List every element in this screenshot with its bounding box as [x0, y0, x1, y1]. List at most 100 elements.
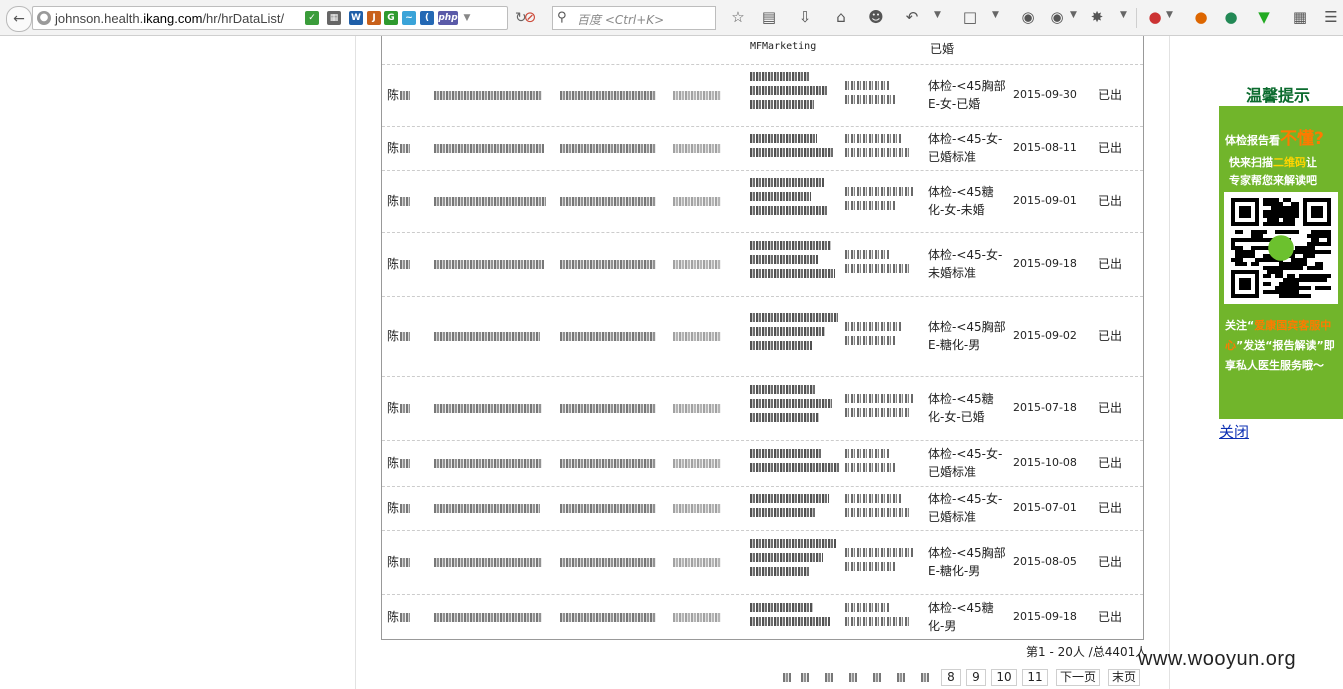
company-cell — [673, 499, 721, 517]
date-cell: 2015-07-18 — [1013, 401, 1077, 414]
status-cell: 已出 — [1098, 401, 1123, 415]
search-bar[interactable]: ⚲ 百度 <Ctrl+K> — [552, 6, 716, 30]
date-cell: 2015-08-11 — [1013, 141, 1077, 154]
dept-cell — [750, 130, 842, 162]
id-cell — [434, 608, 542, 626]
package-cell — [845, 490, 925, 522]
page-link-blurred[interactable] — [797, 669, 813, 686]
download-icon[interactable]: ⇩ — [796, 8, 814, 26]
phone-cell — [560, 608, 656, 626]
qr-code-icon — [1231, 198, 1331, 298]
type-cell: 已婚 — [930, 42, 955, 56]
url-bar[interactable]: ● johnson.health.ikang.com/hr/hrDataList… — [32, 6, 527, 30]
next-page-button[interactable]: 下一页 — [1056, 669, 1100, 686]
page-link-blurred[interactable] — [869, 669, 885, 686]
status-cell: 已出 — [1098, 456, 1123, 470]
last-page-button[interactable]: 末页 — [1108, 669, 1140, 686]
package-cell — [845, 445, 925, 477]
page-link-blurred[interactable] — [893, 669, 909, 686]
globe-tool-icon[interactable]: ◉ — [1048, 8, 1066, 26]
id-cell — [434, 139, 544, 157]
type-cell: 体检-<45胸部E-糖化-男 — [928, 320, 1006, 352]
undo-icon[interactable]: ↶ — [903, 8, 921, 26]
chevron-down-icon[interactable]: ▼ — [934, 10, 941, 20]
chevron-down-icon[interactable]: ▼ — [460, 11, 474, 25]
shield-icon[interactable]: ✓ — [305, 11, 319, 25]
name-cell: 陈 — [387, 139, 411, 157]
date-cell: 2015-09-18 — [1013, 257, 1077, 270]
page-link-9[interactable]: 9 — [966, 669, 986, 686]
table-row: 陈 体检-<45-女-已婚标准 2015-10-08 已出 — [382, 440, 1143, 487]
page-link-11[interactable]: 11 — [1022, 669, 1048, 686]
g-extension-icon[interactable]: G — [384, 11, 398, 25]
data-table: MFMarketing 已婚 陈 体检-<45胸部E-女-已婚 2015-09-30… — [381, 36, 1144, 640]
company-cell — [673, 327, 721, 345]
chat-icon[interactable]: ☻ — [867, 8, 885, 26]
back-button[interactable]: ← — [6, 6, 32, 32]
grid-icon[interactable]: ▦ — [1291, 8, 1309, 26]
java-icon[interactable]: J — [367, 11, 381, 25]
dept-cell — [750, 445, 842, 477]
type-cell: 体检-<45糖化-女-已婚 — [928, 392, 994, 424]
promo-panel: 体检报告看不懂? 快来扫描二维码让 专家帮您来解读吧 关注“爱康国宾客服中心”发… — [1219, 106, 1343, 419]
dept-cell — [750, 490, 842, 522]
wave-icon[interactable]: ( — [420, 11, 434, 25]
table-row: 陈 体检-<45-女-已婚标准 2015-08-11 已出 — [382, 126, 1143, 171]
addon-green-icon[interactable]: ● — [1222, 8, 1240, 26]
package-cell — [845, 544, 925, 576]
dept-cell — [750, 535, 842, 581]
shield-extension-icon[interactable]: ▼ — [1255, 8, 1273, 26]
status-cell: 已出 — [1098, 555, 1123, 569]
id-cell — [434, 327, 540, 345]
speech-bubble-icon[interactable]: ◉ — [1019, 8, 1037, 26]
company-cell — [673, 139, 721, 157]
plugin-icon[interactable]: ✸ — [1088, 8, 1106, 26]
page-link-blurred[interactable] — [821, 669, 837, 686]
php-icon[interactable]: php — [438, 11, 458, 25]
page-link-10[interactable]: 10 — [991, 669, 1017, 686]
page-link-8[interactable]: 8 — [941, 669, 961, 686]
id-cell — [434, 86, 542, 104]
type-cell: 体检-<45-女-已婚标准 — [928, 132, 1003, 164]
watermark: www.wooyun.org — [1138, 648, 1297, 670]
type-cell: 体检-<45-女-已婚标准 — [928, 447, 1003, 479]
reading-list-icon[interactable]: ▤ — [760, 8, 778, 26]
cloud-icon[interactable]: ~ — [402, 11, 416, 25]
status-cell: 已出 — [1098, 501, 1123, 515]
page-link-blurred[interactable] — [845, 669, 861, 686]
name-cell: 陈 — [387, 86, 411, 104]
date-cell: 2015-09-02 — [1013, 329, 1077, 342]
page-link-blurred[interactable] — [917, 669, 933, 686]
close-link[interactable]: 关闭 — [1219, 421, 1249, 442]
home-icon[interactable]: ⌂ — [832, 8, 850, 26]
promo-line4: 关注“爱康国宾客服中心”发送“报告解读”即享私人医生服务哦～ — [1225, 319, 1335, 372]
package-cell — [845, 599, 925, 631]
menu-icon[interactable]: ☰ — [1322, 8, 1340, 26]
id-cell — [434, 255, 544, 273]
page-link-blurred[interactable] — [779, 669, 795, 686]
company-cell — [673, 608, 721, 626]
star-icon[interactable]: ☆ — [729, 8, 747, 26]
id-cell — [434, 499, 540, 517]
chevron-down-icon[interactable]: ▼ — [1166, 10, 1173, 20]
block-icon[interactable]: ⊘ — [521, 8, 539, 26]
name-cell: 陈 — [387, 255, 411, 273]
chevron-down-icon[interactable]: ▼ — [992, 10, 999, 20]
phone-cell — [560, 255, 656, 273]
promo-title: 温馨提示 — [1246, 86, 1311, 105]
crop-icon[interactable]: □ — [961, 8, 979, 26]
chevron-down-icon[interactable]: ▼ — [1070, 10, 1077, 20]
w-extension-icon[interactable]: W — [349, 11, 363, 25]
date-cell: 2015-10-08 — [1013, 456, 1077, 469]
phone-cell — [560, 86, 656, 104]
phone-cell — [560, 454, 656, 472]
addon-red-icon[interactable]: ● — [1146, 8, 1164, 26]
qr-code-icon[interactable]: ▦ — [327, 11, 341, 25]
promo-line2: 快来扫描二维码让 专家帮您来解读吧 — [1229, 156, 1317, 187]
name-cell: 陈 — [387, 499, 411, 517]
status-cell: 已出 — [1098, 257, 1123, 271]
dept-cell — [750, 68, 842, 114]
company-cell — [673, 454, 721, 472]
chevron-down-icon[interactable]: ▼ — [1120, 10, 1127, 20]
firebug-icon[interactable]: ● — [1192, 8, 1210, 26]
